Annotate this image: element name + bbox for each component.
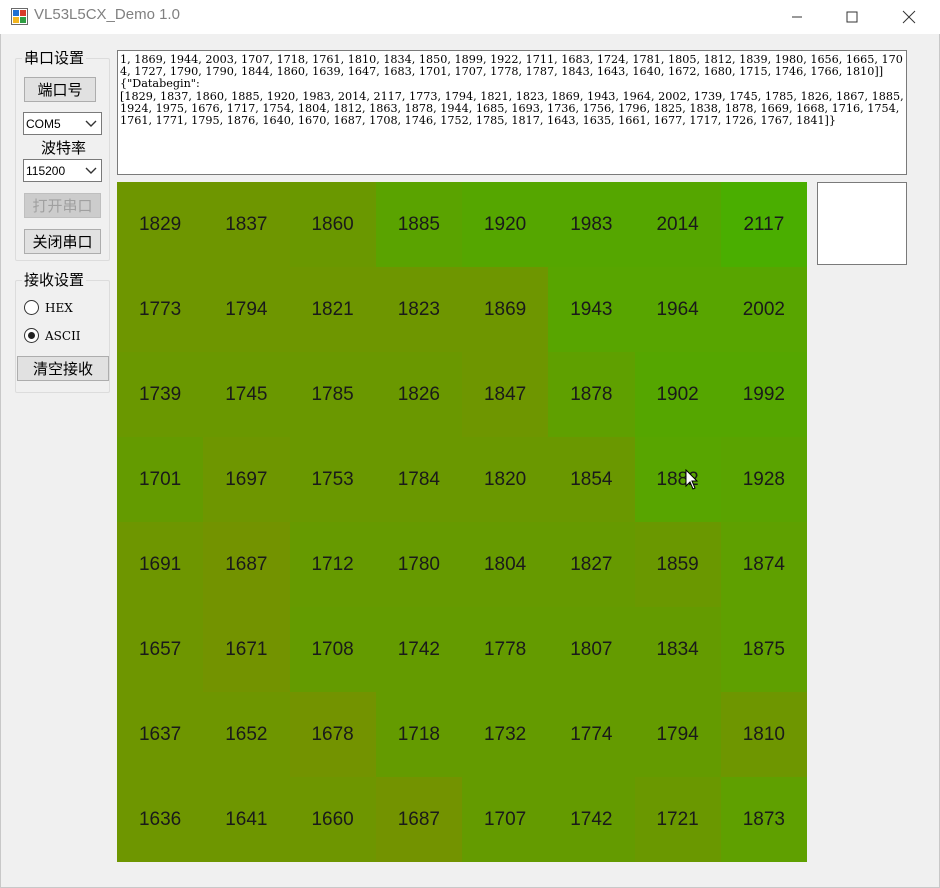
grid-cell: 1701	[117, 437, 204, 522]
grid-cell: 1753	[289, 437, 376, 522]
port-select-value: COM5	[26, 116, 61, 131]
grid-cell: 1785	[289, 352, 376, 437]
grid-cell: 1943	[548, 267, 635, 352]
mouse-cursor-icon	[685, 469, 699, 490]
maximize-button[interactable]	[829, 0, 875, 34]
grid-cell: 1774	[548, 692, 635, 777]
hex-radio[interactable]	[24, 300, 39, 315]
open-port-button[interactable]: 打开串口	[24, 193, 101, 218]
grid-cell: 1859	[634, 522, 721, 607]
grid-cell: 1794	[203, 267, 290, 352]
grid-cell: 1691	[117, 522, 204, 607]
grid-cell: 1827	[548, 522, 635, 607]
grid-cell: 1992	[720, 352, 807, 437]
receive-settings-title: 接收设置	[22, 271, 87, 289]
ascii-radio-option[interactable]: ASCII	[24, 328, 81, 343]
receive-textbox[interactable]: 1, 1869, 1944, 2003, 1707, 1718, 1761, 1…	[117, 50, 907, 175]
grid-cell: 1652	[203, 692, 290, 777]
port-select[interactable]: COM5	[23, 112, 102, 135]
baud-rate-select[interactable]: 115200	[23, 159, 102, 182]
hex-radio-option[interactable]: HEX	[24, 300, 73, 315]
grid-cell: 1739	[117, 352, 204, 437]
ascii-radio-label: ASCII	[45, 328, 81, 343]
grid-cell: 1745	[203, 352, 290, 437]
grid-cell: 1920	[462, 182, 549, 267]
grid-cell: 1807	[548, 607, 635, 692]
grid-cell: 1878	[548, 352, 635, 437]
grid-cell: 1718	[375, 692, 462, 777]
grid-cell: 1742	[375, 607, 462, 692]
grid-cell: 1882	[634, 437, 721, 522]
grid-cell: 1697	[203, 437, 290, 522]
grid-cell: 1773	[117, 267, 204, 352]
port-button[interactable]: 端口号	[24, 77, 96, 102]
grid-cell: 1837	[203, 182, 290, 267]
grid-cell: 1847	[462, 352, 549, 437]
grid-cell: 2002	[720, 267, 807, 352]
grid-cell: 1742	[548, 777, 635, 862]
grid-cell: 1873	[720, 777, 807, 862]
minimize-icon	[792, 16, 802, 18]
grid-cell: 1708	[289, 607, 376, 692]
grid-cell: 2117	[720, 182, 807, 267]
grid-cell: 1810	[720, 692, 807, 777]
grid-cell: 1636	[117, 777, 204, 862]
grid-cell: 1780	[375, 522, 462, 607]
grid-cell: 1902	[634, 352, 721, 437]
grid-cell: 1820	[462, 437, 549, 522]
close-icon	[902, 10, 916, 24]
baud-rate-label: 波特率	[41, 139, 87, 157]
close-window-button[interactable]	[886, 0, 932, 34]
grid-cell: 1874	[720, 522, 807, 607]
close-port-button[interactable]: 关闭串口	[24, 229, 101, 254]
minimize-button[interactable]	[774, 0, 820, 34]
grid-cell: 1834	[634, 607, 721, 692]
grid-cell: 1823	[375, 267, 462, 352]
grid-cell: 1804	[462, 522, 549, 607]
grid-cell: 1860	[289, 182, 376, 267]
grid-cell: 1875	[720, 607, 807, 692]
window-title: VL53L5CX_Demo 1.0	[34, 6, 180, 23]
chevron-down-icon	[85, 167, 97, 174]
grid-cell: 1826	[375, 352, 462, 437]
distance-grid: 1829 1837 1860 1885 1920 1983 2014 2117 1773 1794…	[117, 182, 807, 862]
grid-cell: 1660	[289, 777, 376, 862]
grid-cell: 1657	[117, 607, 204, 692]
grid-cell: 1721	[634, 777, 721, 862]
grid-cell: 1794	[634, 692, 721, 777]
grid-cell: 1869	[462, 267, 549, 352]
grid-cell: 1641	[203, 777, 290, 862]
grid-cell: 1707	[462, 777, 549, 862]
maximize-icon	[846, 11, 858, 23]
grid-cell: 1687	[203, 522, 290, 607]
hex-radio-label: HEX	[45, 300, 73, 315]
grid-cell: 1678	[289, 692, 376, 777]
clear-receive-button[interactable]: 清空接收	[17, 356, 109, 381]
grid-cell: 1885	[375, 182, 462, 267]
grid-cell: 1928	[720, 437, 807, 522]
grid-cell: 1964	[634, 267, 721, 352]
grid-cell: 2014	[634, 182, 721, 267]
title-bar[interactable]: VL53L5CX_Demo 1.0	[0, 0, 940, 34]
grid-cell: 1778	[462, 607, 549, 692]
grid-cell: 1732	[462, 692, 549, 777]
grid-cell: 1687	[375, 777, 462, 862]
grid-cell: 1784	[375, 437, 462, 522]
serial-settings-title: 串口设置	[22, 49, 87, 67]
preview-box	[817, 182, 907, 265]
grid-cell: 1983	[548, 182, 635, 267]
grid-cell: 1829	[117, 182, 204, 267]
grid-cell: 1854	[548, 437, 635, 522]
grid-cell: 1821	[289, 267, 376, 352]
app-icon	[11, 8, 28, 25]
grid-cell: 1712	[289, 522, 376, 607]
grid-cell: 1637	[117, 692, 204, 777]
grid-cell: 1671	[203, 607, 290, 692]
chevron-down-icon	[85, 120, 97, 127]
baud-rate-value: 115200	[26, 163, 66, 178]
ascii-radio[interactable]	[24, 328, 39, 343]
